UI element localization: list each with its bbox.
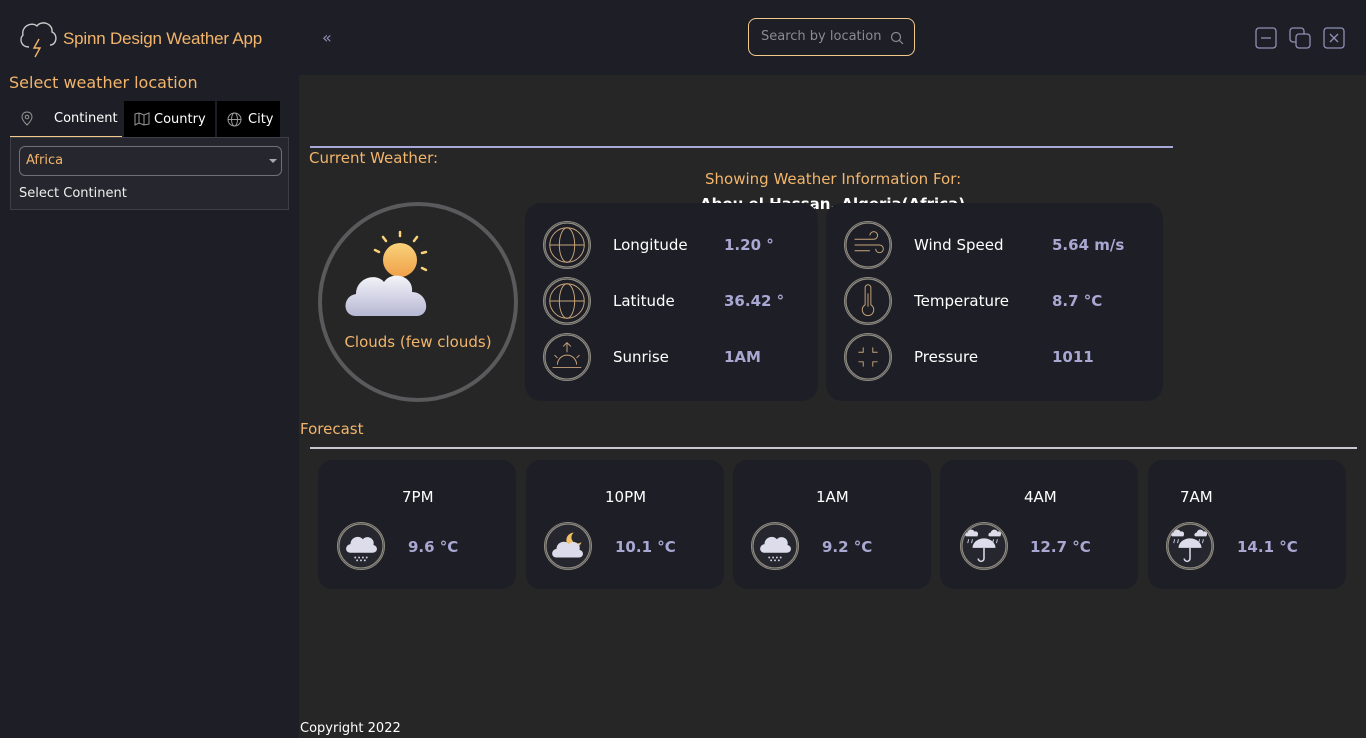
current-weather-title: Current Weather: xyxy=(309,149,439,167)
search-icon[interactable] xyxy=(890,31,904,45)
double-chevron-left-icon[interactable]: « xyxy=(322,28,332,47)
moon-cloud-icon xyxy=(544,522,592,570)
wind-icon xyxy=(844,221,892,269)
latitude-value: 36.42 ° xyxy=(724,292,785,310)
tab-city-label: City xyxy=(248,111,274,127)
wind-speed-value: 5.64 m/s xyxy=(1052,236,1125,254)
forecast-time: 10PM xyxy=(605,488,647,506)
forecast-title: Forecast xyxy=(300,420,364,438)
weather-details-card: Wind Speed 5.64 m/s Temperature 8.7 °C P… xyxy=(826,203,1163,401)
forecast-card: 10PM 10.1 °C xyxy=(526,460,724,589)
globe-icon xyxy=(543,277,591,325)
restore-icon[interactable] xyxy=(1289,27,1311,49)
longitude-label: Longitude xyxy=(613,236,688,254)
latitude-label: Latitude xyxy=(613,292,675,310)
globe-icon xyxy=(543,221,591,269)
forecast-card: 1AM 9.2 °C xyxy=(733,460,931,589)
detail-wind: Wind Speed 5.64 m/s xyxy=(844,221,1154,271)
longitude-value: 1.20 ° xyxy=(724,236,774,254)
sidebar-title: Select weather location xyxy=(9,73,198,92)
current-condition: Clouds (few clouds) xyxy=(318,202,518,402)
thermometer-icon xyxy=(844,277,892,325)
minimize-icon[interactable] xyxy=(1255,27,1277,49)
continent-select-value: Africa xyxy=(26,153,64,168)
detail-longitude: Longitude 1.20 ° xyxy=(543,221,813,271)
forecast-card: 7AM 14.1 °C xyxy=(1148,460,1346,589)
app-title: Spinn Design Weather App xyxy=(63,29,263,48)
forecast-temp: 9.6 °C xyxy=(408,538,459,556)
copyright: Copyright 2022 xyxy=(300,721,401,736)
continent-select[interactable]: Africa xyxy=(19,146,282,176)
tab-continent[interactable]: Continent xyxy=(10,101,122,137)
forecast-temp: 12.7 °C xyxy=(1030,538,1091,556)
top-bar: Spinn Design Weather App « xyxy=(0,0,1366,75)
globe-icon xyxy=(227,112,242,126)
tab-country[interactable]: Country xyxy=(124,101,215,137)
wind-speed-label: Wind Speed xyxy=(914,236,1004,254)
map-icon xyxy=(134,112,150,126)
tab-country-label: Country xyxy=(154,111,206,127)
tab-city[interactable]: City xyxy=(217,101,280,137)
snow-cloud-icon xyxy=(751,522,799,570)
forecast-time: 7AM xyxy=(1180,488,1213,506)
close-icon[interactable] xyxy=(1323,27,1345,49)
temperature-label: Temperature xyxy=(914,292,1010,310)
rain-umbrella-icon xyxy=(960,522,1008,570)
search-box[interactable] xyxy=(748,18,915,56)
forecast-card: 7PM 9.6 °C xyxy=(318,460,516,589)
sun-behind-cloud-icon xyxy=(345,230,428,316)
forecast-card: 4AM 12.7 °C xyxy=(940,460,1138,589)
location-details-card: Longitude 1.20 ° Latitude 36.42 ° Sunris… xyxy=(525,203,818,401)
forecast-temp: 9.2 °C xyxy=(822,538,873,556)
detail-pressure: Pressure 1011 xyxy=(844,333,1154,383)
pressure-label: Pressure xyxy=(914,348,979,366)
search-input[interactable] xyxy=(759,28,883,45)
condition-text: Clouds (few clouds) xyxy=(344,333,492,351)
chevron-down-icon xyxy=(269,159,277,163)
pressure-icon xyxy=(844,333,892,381)
continent-select-label: Select Continent xyxy=(19,186,127,201)
divider xyxy=(310,146,1173,148)
temperature-value: 8.7 °C xyxy=(1052,292,1103,310)
continent-panel: Africa Select Continent xyxy=(10,137,289,210)
forecast-time: 7PM xyxy=(402,488,434,506)
sunrise-value: 1AM xyxy=(724,348,761,366)
sunrise-label: Sunrise xyxy=(613,348,669,366)
snow-cloud-icon xyxy=(337,522,385,570)
sunrise-icon xyxy=(543,333,591,381)
divider xyxy=(310,447,1357,449)
forecast-time: 1AM xyxy=(816,488,849,506)
forecast-temp: 14.1 °C xyxy=(1237,538,1298,556)
showing-label: Showing Weather Information For: xyxy=(705,170,962,188)
forecast-temp: 10.1 °C xyxy=(615,538,676,556)
detail-latitude: Latitude 36.42 ° xyxy=(543,277,813,327)
tab-continent-label: Continent xyxy=(54,111,118,126)
rain-umbrella-icon xyxy=(1166,522,1214,570)
pressure-value: 1011 xyxy=(1052,348,1094,366)
map-pin-icon xyxy=(21,110,33,126)
forecast-time: 4AM xyxy=(1024,488,1057,506)
cloud-lightning-icon xyxy=(20,22,57,58)
detail-temperature: Temperature 8.7 °C xyxy=(844,277,1154,327)
detail-sunrise: Sunrise 1AM xyxy=(543,333,813,383)
